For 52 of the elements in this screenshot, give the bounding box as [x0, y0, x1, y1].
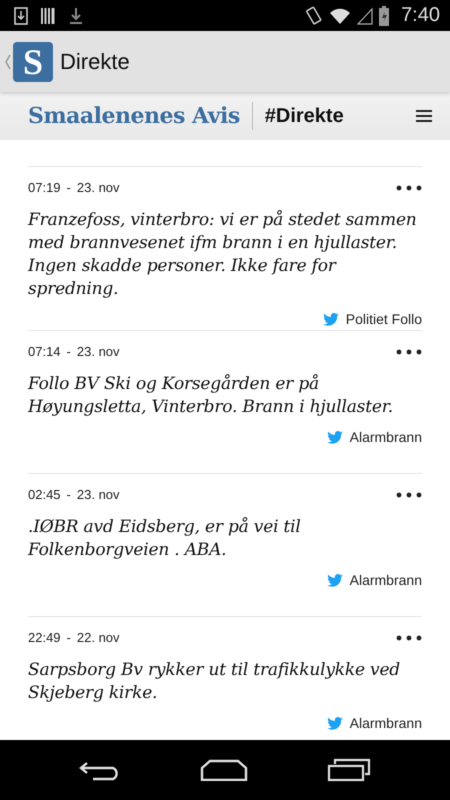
post-date: 23. nov: [76, 180, 120, 195]
wifi-icon: [329, 6, 352, 24]
separator-text: -: [66, 630, 71, 645]
newspaper-logo: Smaalenenes Avis: [28, 103, 240, 129]
more-options-button[interactable]: [396, 184, 422, 190]
app-logo-icon: S: [13, 42, 53, 82]
signal-icon: [357, 6, 374, 24]
post-date: 23. nov: [76, 487, 120, 502]
download-icon: [68, 6, 84, 24]
post-date: 23. nov: [76, 344, 120, 359]
home-button[interactable]: [200, 759, 248, 781]
post-time: 07:14: [28, 344, 61, 359]
more-dots-icon: [396, 348, 422, 354]
post-time: 02:45: [28, 487, 61, 502]
download-notification-icon: [14, 6, 28, 24]
barcode-icon: [40, 6, 56, 24]
app-home-button[interactable]: S: [0, 42, 53, 82]
post-text: Follo BV Ski og Korsegården er på Høyungsletta, Vinterbro. Brann i hjullaster.: [28, 373, 394, 419]
menu-button[interactable]: [416, 109, 432, 123]
menu-icon: [416, 109, 432, 123]
bird-icon: [326, 574, 343, 586]
more-options-button[interactable]: [396, 634, 422, 640]
post-source: Politiet Follo: [346, 311, 422, 327]
separator-text: -: [66, 344, 71, 359]
post-source: Alarmbrann: [350, 429, 422, 445]
screen-title: Direkte: [60, 48, 130, 74]
more-options-button[interactable]: [396, 492, 422, 498]
bird-icon: [322, 312, 339, 326]
post-date: 22. nov: [76, 630, 120, 645]
more-dots-icon: [396, 634, 422, 640]
recent-apps-button[interactable]: [326, 758, 371, 782]
rotate-phone-icon: [305, 6, 324, 26]
home-icon: [200, 759, 248, 781]
more-dots-icon: [396, 492, 422, 498]
post-source: Alarmbrann: [350, 572, 422, 588]
post-text: Franzefoss, vinterbro: vi er på stedet sammen med brannvesenet ifm brann i en hjullaster. Ingen skadde personer. Ikke fare for spredning.: [28, 209, 418, 301]
post-source: Alarmbrann: [350, 715, 422, 731]
bird-icon: [326, 716, 343, 730]
separator-text: -: [66, 180, 71, 195]
post-time: 07:19: [28, 180, 61, 195]
bird-icon: [326, 430, 343, 444]
back-caret-icon: [5, 54, 11, 70]
post-time: 22:49: [28, 630, 61, 645]
section-title: #Direkte: [264, 104, 344, 128]
post-text: Sarpsborg Bv rykker ut til trafikkulykke ved Skjeberg kirke.: [28, 659, 401, 705]
more-dots-icon: [396, 184, 422, 190]
recent-apps-icon: [326, 758, 371, 782]
separator-text: -: [66, 487, 71, 502]
post-text: .IØBR avd Eidsberg, er på vei til Folkenborgveien . ABA.: [28, 516, 302, 562]
more-options-button[interactable]: [396, 348, 422, 354]
status-time: 7:40: [401, 4, 440, 27]
battery-icon: [379, 6, 390, 26]
